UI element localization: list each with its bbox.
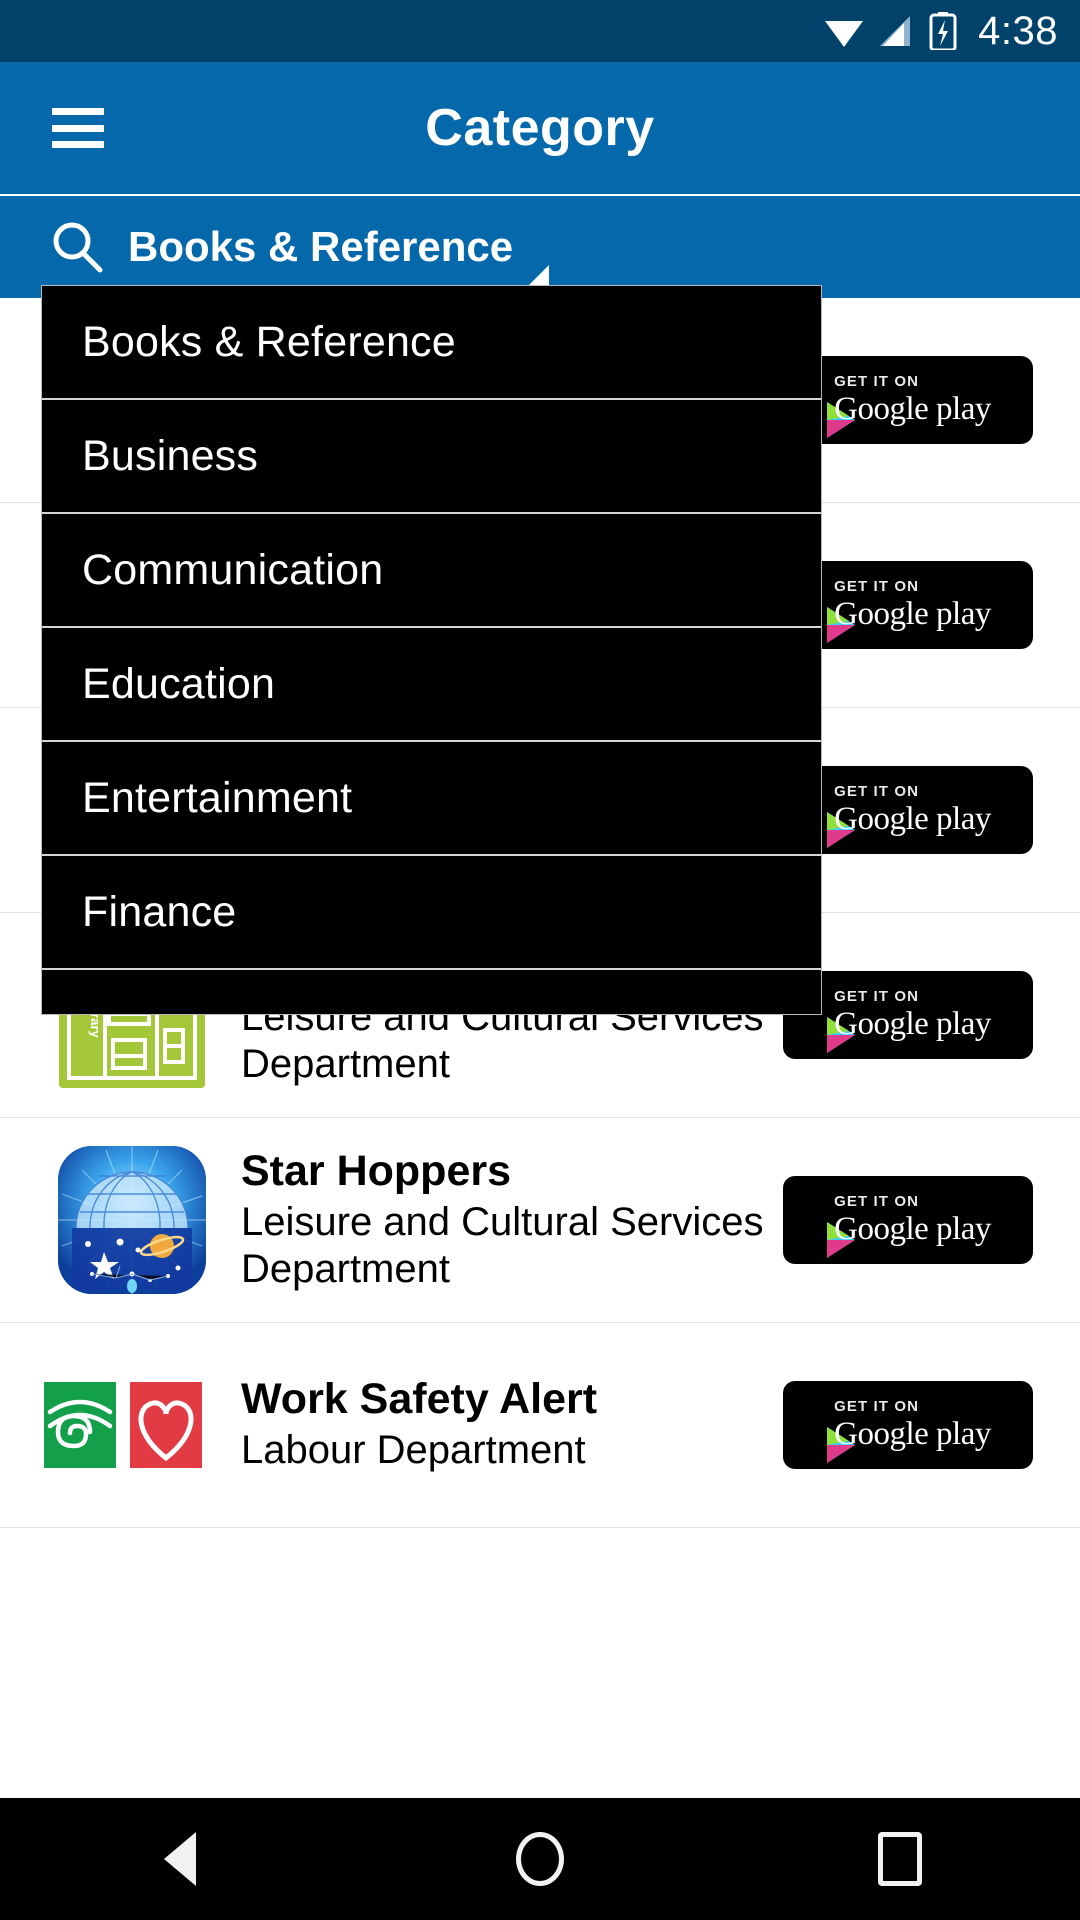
badge-big-text: Google play: [834, 596, 991, 632]
hamburger-bar: [52, 141, 104, 148]
badge-small-text: GET IT ON: [834, 783, 920, 800]
dropdown-item-business[interactable]: Business: [42, 400, 821, 514]
badge-small-text: GET IT ON: [834, 988, 920, 1005]
badge-small-text: GET IT ON: [834, 1398, 920, 1415]
app-developer: Leisure and Cultural Services Department: [241, 1199, 764, 1292]
google-play-badge[interactable]: GET IT ON Google play: [783, 1176, 1033, 1264]
battery-charging-icon: [929, 12, 957, 52]
badge-small-text: GET IT ON: [834, 373, 920, 390]
category-spinner[interactable]: Books & Reference: [0, 196, 1080, 298]
hamburger-menu-icon[interactable]: [52, 108, 104, 148]
search-icon: [48, 218, 106, 276]
selected-category-label: Books & Reference: [128, 223, 514, 270]
wifi-icon: [823, 14, 865, 48]
dropdown-item-education[interactable]: Education: [42, 628, 821, 742]
google-play-badge[interactable]: GET IT ON Google play: [783, 1381, 1033, 1469]
spinner-caret-icon: [527, 265, 549, 287]
home-circle: [516, 1832, 564, 1886]
badge-big-text: Google play: [834, 1006, 991, 1042]
status-bar-clock: 4:38: [978, 9, 1058, 53]
app-info: Star Hoppers Leisure and Cultural Servic…: [241, 1147, 783, 1294]
app-developer: Labour Department: [241, 1428, 586, 1473]
badge-small-text: GET IT ON: [834, 578, 920, 595]
status-bar: 4:38: [0, 0, 1080, 62]
home-nav-icon[interactable]: [475, 1798, 605, 1920]
recents-square: [878, 1832, 922, 1886]
heart-logo-icon: [130, 1382, 202, 1468]
dropdown-item-label: Books & Reference: [82, 317, 456, 366]
dropdown-item-label: Finance: [82, 887, 237, 936]
dropdown-item-partial[interactable]: [42, 970, 821, 1014]
dropdown-item-communication[interactable]: Communication: [42, 514, 821, 628]
table-row[interactable]: Star Hoppers Leisure and Cultural Servic…: [0, 1118, 1080, 1323]
dropdown-item-label: Communication: [82, 545, 384, 594]
android-navigation-bar: [0, 1798, 1080, 1920]
status-bar-icons: 4:38: [823, 9, 1058, 53]
badge-small-text: GET IT ON: [834, 1193, 920, 1210]
badge-big-text: Google play: [834, 391, 991, 427]
table-row[interactable]: Work Safety Alert Labour Department GET …: [0, 1323, 1080, 1528]
dropdown-item-label: Business: [82, 431, 259, 480]
badge-big-text: Google play: [834, 801, 991, 837]
app-bar: Category: [0, 62, 1080, 194]
back-triangle: [164, 1832, 196, 1886]
dropdown-item-label: Education: [82, 659, 276, 708]
star-hoppers-app-icon: [44, 1140, 219, 1300]
badge-big-text: Google play: [834, 1211, 991, 1247]
page-title: Category: [425, 99, 655, 157]
badge-big-text: Google play: [834, 1416, 991, 1452]
dropdown-item-label: Entertainment: [82, 773, 353, 822]
hamburger-bar: [52, 124, 104, 132]
dropdown-item-finance[interactable]: Finance: [42, 856, 821, 970]
back-nav-icon[interactable]: [115, 1798, 245, 1920]
category-dropdown-list[interactable]: Books & Reference Business Communication…: [41, 285, 822, 1015]
dropdown-item-entertainment[interactable]: Entertainment: [42, 742, 821, 856]
signal-icon: [878, 14, 916, 48]
hamburger-bar: [52, 108, 104, 115]
eye-logo-icon: [44, 1382, 116, 1468]
dropdown-item-books-reference[interactable]: Books & Reference: [42, 286, 821, 400]
app-name: Star Hoppers: [241, 1146, 512, 1195]
app-name: Work Safety Alert: [241, 1375, 598, 1424]
recents-nav-icon[interactable]: [835, 1798, 965, 1920]
app-info: Work Safety Alert Labour Department: [241, 1375, 783, 1474]
work-safety-alert-app-icon: [44, 1345, 219, 1505]
